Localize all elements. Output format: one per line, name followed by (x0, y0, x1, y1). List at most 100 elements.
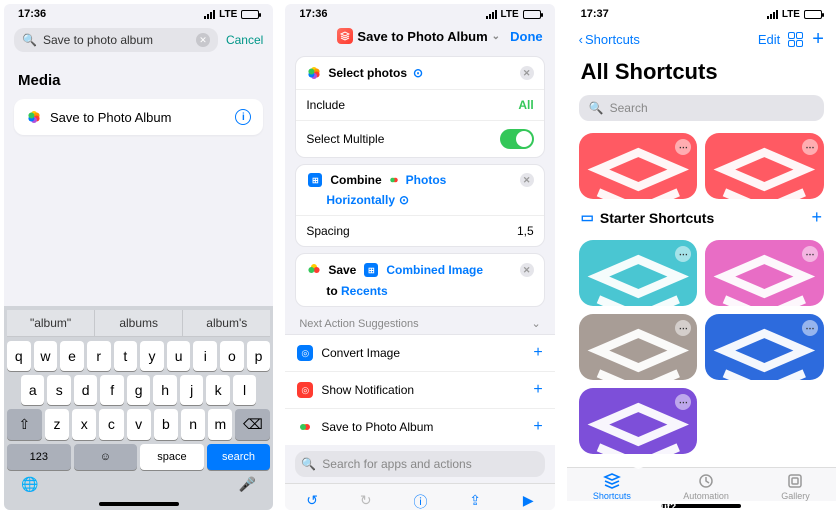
action-result[interactable]: Save to Photo Album i (14, 99, 263, 135)
add-suggestion-button[interactable]: + (533, 418, 542, 436)
tile-menu-icon[interactable]: ⋯ (802, 320, 818, 336)
key-i[interactable]: i (193, 341, 217, 371)
search-icon: 🔍 (589, 101, 604, 115)
emoji-key[interactable]: ☺ (74, 444, 138, 470)
back-button[interactable]: ‹ Shortcuts (579, 32, 640, 47)
cancel-button[interactable]: Cancel (226, 33, 263, 47)
shortcut-title[interactable]: Save to Photo Album ⌄ (333, 28, 504, 44)
numeric-key[interactable]: 123 (7, 444, 71, 470)
variable-icon: ⊞ (364, 263, 378, 277)
screen-all-shortcuts: 17:37 LTE ‹ Shortcuts Edit + All Shortcu… (567, 4, 836, 510)
shortcut-tile[interactable]: ⋯Make GIF (705, 240, 824, 306)
add-shortcut-button[interactable]: + (812, 28, 824, 51)
suggestions-header[interactable]: Next Action Suggestions ⌄ (285, 307, 554, 334)
photos-app-icon (26, 109, 42, 125)
variable-token[interactable]: Photos (406, 173, 447, 187)
add-suggestion-button[interactable]: + (533, 381, 542, 399)
suggestion-item[interactable]: ◎Show Notification+ (285, 371, 554, 408)
run-button[interactable]: ▶ (523, 492, 534, 510)
key-s[interactable]: s (47, 375, 70, 405)
screen-shortcut-editor: 17:36 LTE Save to Photo Album ⌄ Done (285, 4, 554, 510)
key-q[interactable]: q (7, 341, 31, 371)
key-r[interactable]: r (87, 341, 111, 371)
time: 17:36 (18, 8, 46, 20)
prediction-bar: "album" albums album's (7, 310, 270, 337)
add-suggestion-button[interactable]: + (533, 344, 542, 362)
shift-key[interactable]: ⇧ (7, 409, 42, 440)
suggestion-item[interactable]: ◎Convert Image+ (285, 334, 554, 371)
signal-icon (204, 10, 215, 19)
shortcut-tile[interactable]: ⋯Show Screenshots (579, 314, 698, 380)
key-j[interactable]: j (180, 375, 203, 405)
grid-view-icon[interactable] (788, 32, 804, 48)
include-row[interactable]: Include All (296, 89, 543, 120)
key-n[interactable]: n (181, 409, 205, 440)
info-button[interactable]: ⓘ (413, 492, 427, 510)
shortcut-tile[interactable]: ⋯Save to Photo Album (579, 240, 698, 306)
tab-automation[interactable]: Automation (683, 472, 729, 501)
key-h[interactable]: h (153, 375, 176, 405)
destination-token[interactable]: Recents (341, 284, 388, 298)
key-o[interactable]: o (220, 341, 244, 371)
network-label: LTE (219, 9, 237, 20)
action-combine: ⊞ Combine Photos ✕ Horizontally ⊙ Spacin… (295, 164, 544, 247)
key-a[interactable]: a (21, 375, 44, 405)
bottom-search-input[interactable]: 🔍 Search for apps and actions (295, 451, 544, 477)
key-y[interactable]: y (140, 341, 164, 371)
disclosure-icon[interactable]: ⊙ (399, 193, 409, 207)
remove-action-icon[interactable]: ✕ (520, 173, 534, 187)
variable-token[interactable]: Combined Image (386, 263, 483, 277)
signal-icon (486, 10, 497, 19)
search-input[interactable]: 🔍 Search (579, 95, 824, 121)
undo-button[interactable]: ↺ (306, 492, 318, 510)
tile-menu-icon[interactable]: ⋯ (802, 246, 818, 262)
info-icon[interactable]: i (235, 109, 251, 125)
key-v[interactable]: v (127, 409, 151, 440)
redo-button[interactable]: ↻ (360, 492, 372, 510)
shortcut-tile[interactable]: ⋯Shazam shortcut (705, 314, 824, 380)
mode-token[interactable]: Horizontally (326, 193, 395, 207)
home-indicator (99, 502, 179, 506)
suggestion-item[interactable]: Save to Photo Album+ (285, 408, 554, 445)
globe-icon[interactable]: 🌐 (21, 476, 38, 493)
key-f[interactable]: f (100, 375, 123, 405)
backspace-key[interactable]: ⌫ (235, 409, 270, 440)
keyboard: "album" albums album's qwertyuiop asdfgh… (4, 306, 273, 510)
space-key[interactable]: space (140, 444, 204, 470)
share-button[interactable]: ⇪ (469, 492, 481, 510)
prediction[interactable]: albums (95, 310, 183, 336)
key-w[interactable]: w (34, 341, 58, 371)
tab-gallery[interactable]: Gallery (781, 472, 810, 501)
clear-icon[interactable]: ✕ (196, 33, 210, 47)
key-g[interactable]: g (127, 375, 150, 405)
toggle-switch[interactable] (500, 129, 534, 149)
done-button[interactable]: Done (510, 29, 543, 44)
shortcut-tile[interactable]: ⋯ (705, 133, 824, 199)
key-d[interactable]: d (74, 375, 97, 405)
edit-button[interactable]: Edit (758, 32, 780, 47)
key-m[interactable]: m (208, 409, 232, 440)
shortcut-tile[interactable]: ⋯ (579, 133, 698, 199)
key-p[interactable]: p (247, 341, 271, 371)
tile-menu-icon[interactable]: ⋯ (802, 139, 818, 155)
key-z[interactable]: z (45, 409, 69, 440)
key-e[interactable]: e (60, 341, 84, 371)
spacing-row[interactable]: Spacing 1,5 (296, 215, 543, 246)
key-x[interactable]: x (72, 409, 96, 440)
remove-action-icon[interactable]: ✕ (520, 263, 534, 277)
remove-action-icon[interactable]: ✕ (520, 66, 534, 80)
key-k[interactable]: k (206, 375, 229, 405)
shortcut-tile[interactable]: ⋯What's a shortcut? (579, 388, 698, 454)
key-t[interactable]: t (114, 341, 138, 371)
prediction[interactable]: "album" (7, 310, 95, 336)
key-l[interactable]: l (233, 375, 256, 405)
key-u[interactable]: u (167, 341, 191, 371)
prediction[interactable]: album's (183, 310, 270, 336)
search-key[interactable]: search (207, 444, 271, 470)
key-c[interactable]: c (99, 409, 123, 440)
mic-icon[interactable]: 🎤 (239, 476, 256, 493)
key-b[interactable]: b (154, 409, 178, 440)
disclosure-icon[interactable]: ⊙ (413, 66, 423, 80)
network-label: LTE (782, 9, 800, 20)
search-input[interactable]: 🔍 Save to photo album ✕ (14, 28, 218, 52)
